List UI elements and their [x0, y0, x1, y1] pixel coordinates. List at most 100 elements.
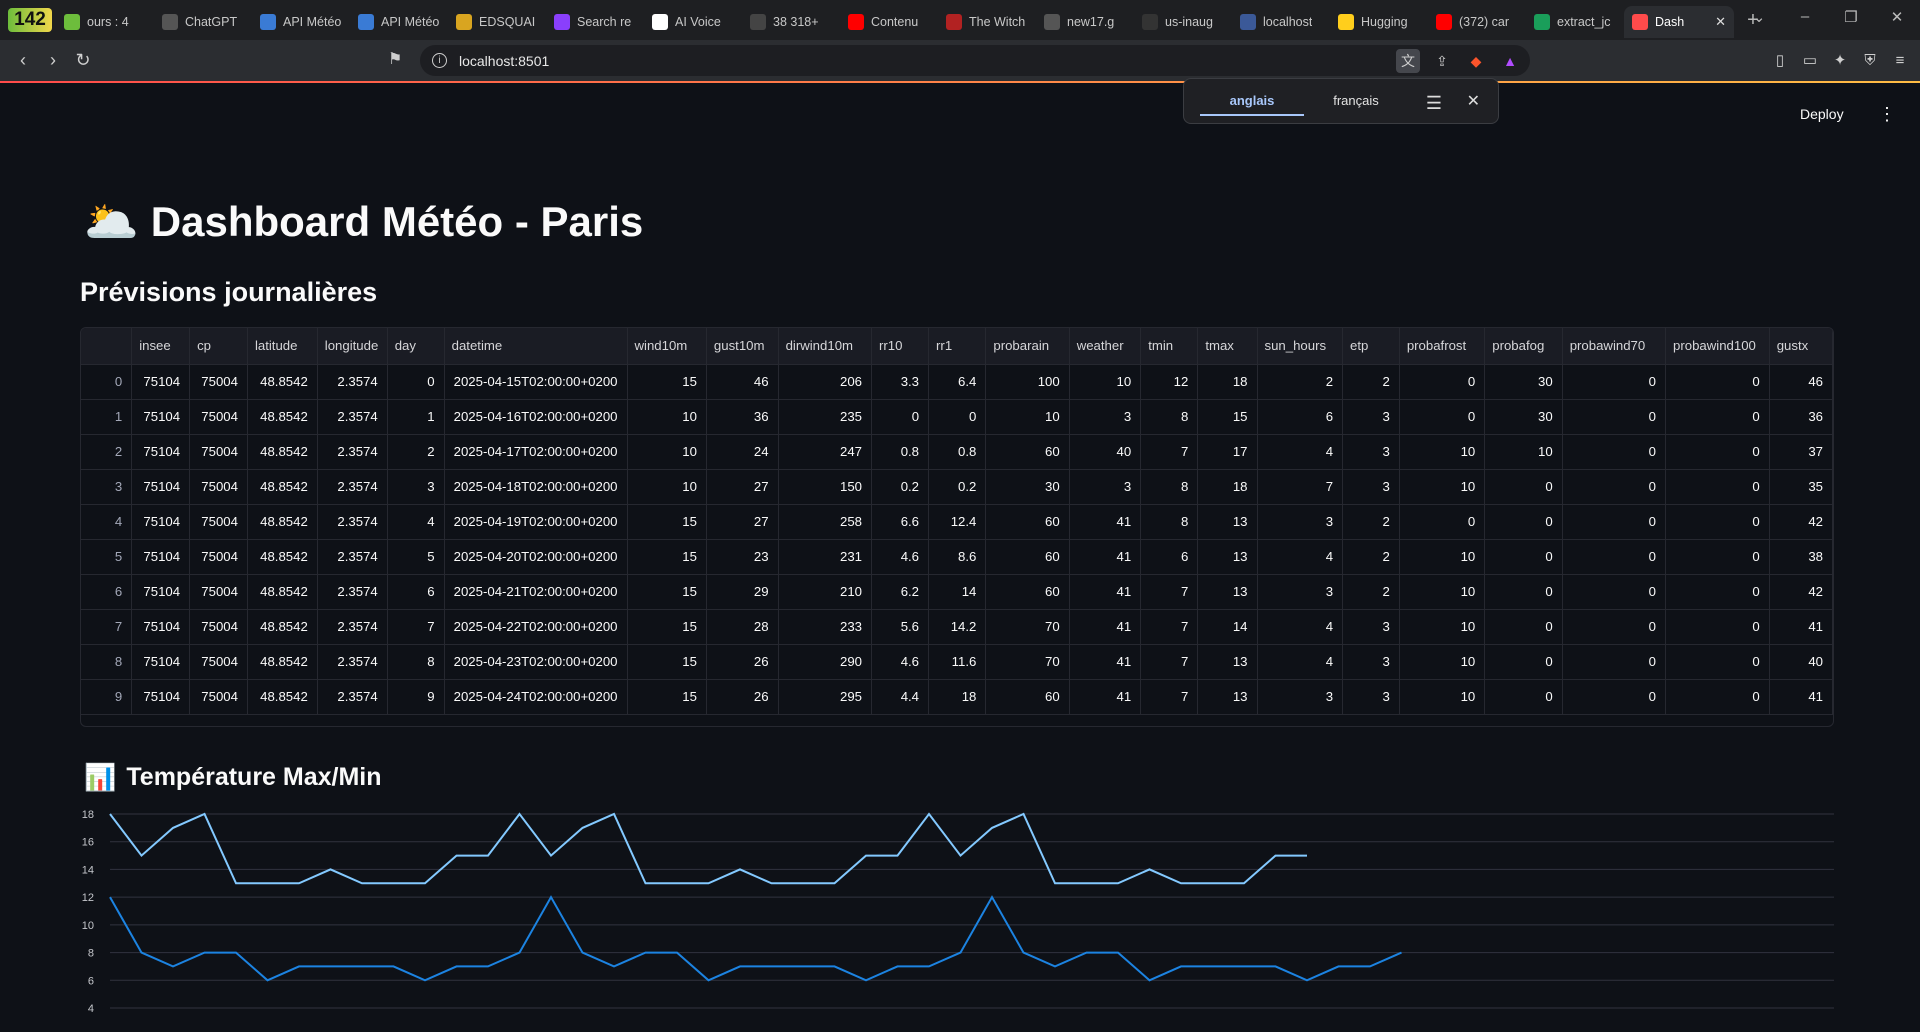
table-cell[interactable]: 4 — [1257, 609, 1344, 645]
table-cell[interactable]: 3 — [1257, 679, 1344, 715]
table-cell[interactable]: 206 — [778, 364, 873, 400]
column-header[interactable]: tmax — [1197, 328, 1258, 365]
table-cell[interactable]: 3 — [387, 469, 445, 505]
column-header[interactable]: rr1 — [928, 328, 987, 365]
tab-count-badge[interactable]: 142 — [8, 8, 52, 32]
close-window-button[interactable]: ✕ — [1874, 8, 1920, 26]
table-cell[interactable]: 13 — [1197, 574, 1258, 610]
table-cell[interactable]: 7 — [1140, 574, 1199, 610]
reload-icon[interactable]: ↻ — [68, 50, 98, 71]
column-header[interactable]: probafrost — [1399, 328, 1486, 365]
table-cell[interactable]: 7 — [1140, 644, 1199, 680]
table-cell[interactable]: 0 — [1562, 679, 1667, 715]
browser-tab[interactable]: localhost — [1232, 6, 1330, 38]
table-cell[interactable]: 38 — [1769, 539, 1833, 575]
table-cell[interactable]: 14 — [928, 574, 987, 610]
table-cell[interactable]: 0 — [1562, 609, 1667, 645]
table-cell[interactable]: 48.8542 — [247, 644, 318, 680]
table-cell[interactable]: 2.3574 — [317, 644, 388, 680]
table-cell[interactable]: 48.8542 — [247, 399, 318, 435]
table-cell[interactable]: 46 — [706, 364, 779, 400]
table-cell[interactable]: 15 — [627, 644, 707, 680]
table-cell[interactable]: 0 — [1399, 504, 1486, 540]
table-cell[interactable]: 2.3574 — [317, 434, 388, 470]
table-cell[interactable]: 75104 — [131, 539, 191, 575]
table-cell[interactable]: 5.6 — [871, 609, 930, 645]
table-cell[interactable]: 3 — [1342, 399, 1400, 435]
table-cell[interactable]: 14.2 — [928, 609, 987, 645]
table-cell[interactable]: 2025-04-15T02:00:00+0200 — [444, 364, 628, 400]
table-cell[interactable]: 48.8542 — [247, 504, 318, 540]
table-cell[interactable]: 15 — [627, 609, 707, 645]
table-cell[interactable]: 100 — [985, 364, 1070, 400]
table-row[interactable]: 4 75104 75004 48.8542 2.3574 4 2025-04-19T02:0… — [81, 504, 1833, 540]
share-icon[interactable]: ⇪ — [1430, 49, 1454, 73]
table-row[interactable]: 1 75104 75004 48.8542 2.3574 1 2025-04-16T02:0… — [81, 399, 1833, 435]
table-cell[interactable]: 0 — [1665, 679, 1770, 715]
table-cell[interactable]: 0 — [1484, 574, 1563, 610]
column-header[interactable]: longitude — [317, 328, 388, 365]
table-cell[interactable]: 3 — [1069, 469, 1142, 505]
table-cell[interactable]: 233 — [778, 609, 873, 645]
table-cell[interactable]: 4 — [1257, 434, 1344, 470]
table-cell[interactable]: 8.6 — [928, 539, 987, 575]
table-row[interactable]: 7 75104 75004 48.8542 2.3574 7 2025-04-22T02:0… — [81, 609, 1833, 645]
table-cell[interactable]: 0 — [1562, 644, 1667, 680]
table-cell[interactable]: 48.8542 — [247, 364, 318, 400]
table-cell[interactable]: 7 — [387, 609, 445, 645]
table-cell[interactable]: 2.3574 — [317, 539, 388, 575]
table-cell[interactable]: 3 — [1257, 574, 1344, 610]
browser-tab[interactable]: Hugging — [1330, 6, 1428, 38]
table-cell[interactable]: 15 — [627, 504, 707, 540]
column-header[interactable]: wind10m — [627, 328, 707, 365]
table-cell[interactable]: 4 — [1257, 539, 1344, 575]
table-cell[interactable]: 4.6 — [871, 539, 930, 575]
browser-tab[interactable]: API Météo — [350, 6, 448, 38]
table-cell[interactable]: 0 — [1484, 504, 1563, 540]
table-cell[interactable]: 60 — [985, 539, 1070, 575]
table-cell[interactable]: 60 — [985, 504, 1070, 540]
table-cell[interactable]: 26 — [706, 644, 779, 680]
table-cell[interactable]: 11.6 — [928, 644, 987, 680]
table-cell[interactable]: 0 — [1665, 469, 1770, 505]
table-cell[interactable]: 75004 — [189, 574, 248, 610]
table-cell[interactable]: 6.4 — [928, 364, 987, 400]
table-cell[interactable]: 28 — [706, 609, 779, 645]
table-row[interactable]: 6 75104 75004 48.8542 2.3574 6 2025-04-21T02:0… — [81, 574, 1833, 610]
table-cell[interactable]: 0 — [387, 364, 445, 400]
table-cell[interactable]: 8 — [1140, 399, 1199, 435]
table-cell[interactable]: 17 — [1197, 434, 1258, 470]
leo-ai-icon[interactable]: ✦ — [1830, 49, 1850, 71]
browser-tab[interactable]: Dash ✕ — [1624, 6, 1734, 38]
tab-list-chevron-icon[interactable]: ⌄ — [1736, 8, 1782, 26]
bookmark-icon[interactable]: ⚑ — [388, 49, 402, 69]
table-cell[interactable]: 2.3574 — [317, 469, 388, 505]
table-cell[interactable]: 60 — [985, 434, 1070, 470]
table-cell[interactable]: 0 — [1665, 609, 1770, 645]
table-cell[interactable]: 42 — [1769, 504, 1833, 540]
table-cell[interactable]: 41 — [1069, 609, 1142, 645]
table-cell[interactable]: 75004 — [189, 469, 248, 505]
table-cell[interactable]: 29 — [706, 574, 779, 610]
table-cell[interactable]: 41 — [1069, 504, 1142, 540]
browser-tab[interactable]: Search re — [546, 6, 644, 38]
table-cell[interactable]: 2025-04-17T02:00:00+0200 — [444, 434, 628, 470]
table-cell[interactable]: 10 — [1484, 434, 1563, 470]
deploy-button[interactable]: Deploy — [1800, 106, 1844, 122]
table-cell[interactable]: 0 — [1484, 644, 1563, 680]
column-header[interactable]: latitude — [247, 328, 318, 365]
table-cell[interactable]: 70 — [985, 644, 1070, 680]
back-icon[interactable]: ‹ — [8, 50, 38, 71]
brave-shields-icon[interactable]: ◆ — [1464, 49, 1488, 73]
table-cell[interactable]: 15 — [627, 539, 707, 575]
column-header[interactable]: gustx — [1769, 328, 1833, 365]
table-row[interactable]: 9 75104 75004 48.8542 2.3574 9 2025-04-24T02:0… — [81, 679, 1833, 715]
restore-button[interactable]: ❐ — [1828, 8, 1874, 26]
table-cell[interactable]: 7 — [1257, 469, 1344, 505]
browser-tab[interactable]: EDSQUAI — [448, 6, 546, 38]
column-header[interactable]: rr10 — [871, 328, 930, 365]
table-cell[interactable]: 210 — [778, 574, 873, 610]
site-info-icon[interactable]: i — [432, 53, 447, 68]
table-cell[interactable]: 18 — [928, 679, 987, 715]
table-cell[interactable]: 15 — [627, 364, 707, 400]
